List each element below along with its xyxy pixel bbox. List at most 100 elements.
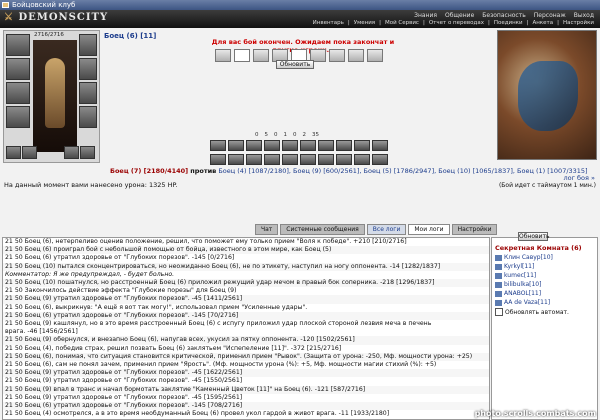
zone-block-3[interactable] (348, 49, 364, 62)
submenu-duels[interactable]: Поединки (494, 20, 523, 26)
battle-log-link[interactable]: лог боя » (563, 174, 595, 182)
menu-communication[interactable]: Общение (445, 12, 474, 19)
earring-slot[interactable] (79, 34, 97, 56)
room-member[interactable]: Клин Савур[10] (495, 254, 553, 261)
boots-slot[interactable] (79, 106, 97, 128)
clan-icon (495, 272, 502, 279)
tab-my-logs[interactable]: Мои логи (408, 224, 450, 235)
skill-slot[interactable] (354, 140, 370, 151)
helmet-slot[interactable] (6, 34, 30, 56)
counter-spirit: 35 (312, 132, 319, 138)
shield-slot[interactable] (79, 58, 97, 80)
player-name[interactable]: Боец (6) [11] (104, 32, 156, 40)
refresh-button[interactable]: Обновить (276, 60, 314, 69)
submenu-transfers[interactable]: Отчет о переводах (429, 20, 484, 26)
room-member[interactable]: kumec[11] (495, 272, 536, 279)
room-title: Секретная Комната (6) (495, 244, 582, 252)
ring-slot-3[interactable] (64, 146, 79, 159)
chat-log[interactable]: 21 50 Боец (6), нетерпеливо оценив полож… (2, 237, 490, 420)
battle-timeout: (Бой идет с таймаутом 1 мин.) (498, 182, 596, 189)
submenu-service[interactable]: Мой Сервис (385, 20, 419, 26)
skill-slot[interactable] (318, 153, 334, 165)
chat-line: 21 50 Боец (10) пошатнулся, но расстроен… (3, 279, 489, 288)
armor-slot[interactable] (6, 82, 30, 104)
submenu-inventory[interactable]: Инвентарь (313, 20, 344, 26)
skill-slot[interactable] (228, 153, 244, 165)
chat-line: 21 50 Боец (6), нетерпеливо оценив полож… (5, 238, 407, 245)
window-titlebar: Бойцовский клуб (0, 0, 600, 10)
character-figure (45, 58, 65, 128)
clan-icon (495, 299, 502, 306)
skill-slot[interactable] (354, 153, 370, 165)
clan-icon (495, 290, 502, 297)
watermark: photo.scrolls.combats.com (474, 409, 596, 418)
skill-slot[interactable] (246, 153, 262, 165)
submenu-skills[interactable]: Умения (354, 20, 375, 26)
skill-slot[interactable] (336, 140, 352, 151)
belt-slot[interactable] (6, 106, 30, 128)
chat-line: 21 50 Боец (6), понимая, что ситуация ст… (3, 352, 489, 362)
battle-counters: 0 5 0 1 0 2 35 (255, 132, 319, 138)
skill-bar (210, 140, 395, 165)
versus-line: Боец (7) [2180/4140] против Боец (4) [10… (110, 167, 588, 175)
opponent-portrait (497, 30, 597, 160)
skill-slot[interactable] (318, 140, 334, 151)
room-refresh-button[interactable]: Обновить (518, 232, 549, 241)
ring-slot-4[interactable] (80, 146, 95, 159)
skill-slot[interactable] (264, 153, 280, 165)
submenu-settings[interactable]: Настройки (563, 20, 594, 26)
skill-slot[interactable] (282, 140, 298, 151)
chat-line: 21 50 Боец (6), выкрикнув: "А ещё я вот … (5, 303, 308, 311)
zone-stomach[interactable] (253, 49, 269, 62)
zone-chest[interactable] (234, 49, 250, 62)
team-right[interactable]: Боец (4) [1087/2180], Боец (9) [600/2561… (218, 167, 587, 175)
tab-settings[interactable]: Настройки (451, 224, 498, 235)
skill-slot[interactable] (300, 140, 316, 151)
clan-icon (495, 263, 502, 270)
skill-slot[interactable] (282, 153, 298, 165)
skill-slot[interactable] (372, 140, 388, 151)
chat-line: 21 50 Боец (9) утратил здоровье от "Глуб… (3, 295, 489, 304)
auto-refresh-toggle[interactable]: Обновлять автомат. (495, 308, 569, 316)
chat-line: 21 50 Боец (9) впал в транс и начал борм… (3, 385, 489, 394)
tab-chat[interactable]: Чат (255, 224, 279, 235)
tab-system[interactable]: Системные сообщения (280, 224, 365, 235)
zone-block-4[interactable] (367, 49, 383, 62)
menu-knowledge[interactable]: Знания (414, 12, 437, 19)
skill-slot[interactable] (372, 153, 388, 165)
skill-slot[interactable] (300, 153, 316, 165)
zone-head[interactable] (215, 49, 231, 62)
sub-menu: Инвентарь | Умения | Мой Сервис | Отчет о п… (312, 20, 594, 26)
chat-line: 21 50 Боец (6) утратил здоровье от "Глуб… (3, 311, 489, 321)
room-member[interactable]: bilibulka[10] (495, 281, 541, 288)
main-menu: Знания Общение Безопасность Персонаж Вых… (414, 12, 594, 19)
menu-character[interactable]: Персонаж (534, 12, 566, 19)
ring-slot-1[interactable] (6, 146, 21, 159)
skill-slot[interactable] (210, 140, 226, 151)
room-member[interactable]: Kyrkyl[11] (495, 263, 534, 270)
zone-block-2[interactable] (329, 49, 345, 62)
submenu-profile[interactable]: Анкета (532, 20, 553, 26)
weapon-slot[interactable] (6, 58, 30, 80)
chat-line: 21 50 Боец (6) утратил здоровье от "Глуб… (5, 254, 235, 262)
counter-pierces: 2 (302, 132, 307, 138)
ring-slot-2[interactable] (22, 146, 37, 159)
opponent-figure (518, 61, 578, 131)
room-member[interactable]: AA de Vaza[11] (495, 299, 550, 306)
gloves-slot[interactable] (79, 82, 97, 104)
skill-slot[interactable] (264, 140, 280, 151)
room-member[interactable]: ANABOL[11] (495, 290, 541, 297)
counter-dodges: 0 (274, 132, 278, 138)
skill-slot[interactable] (246, 140, 262, 151)
skill-slot[interactable] (336, 153, 352, 165)
site-logo[interactable]: ⚔ DEMONSCITY (4, 12, 108, 23)
window-title: Бойцовский клуб (12, 1, 76, 9)
skill-slot[interactable] (210, 153, 226, 165)
menu-exit[interactable]: Выход (574, 12, 594, 19)
skill-slot[interactable] (228, 140, 244, 151)
menu-security[interactable]: Безопасность (482, 12, 526, 19)
team-left[interactable]: Боец (7) [2180/4140] (110, 167, 188, 175)
clan-icon (495, 281, 502, 288)
tab-all-logs[interactable]: Все логи (366, 224, 407, 235)
checkbox[interactable] (495, 308, 503, 316)
